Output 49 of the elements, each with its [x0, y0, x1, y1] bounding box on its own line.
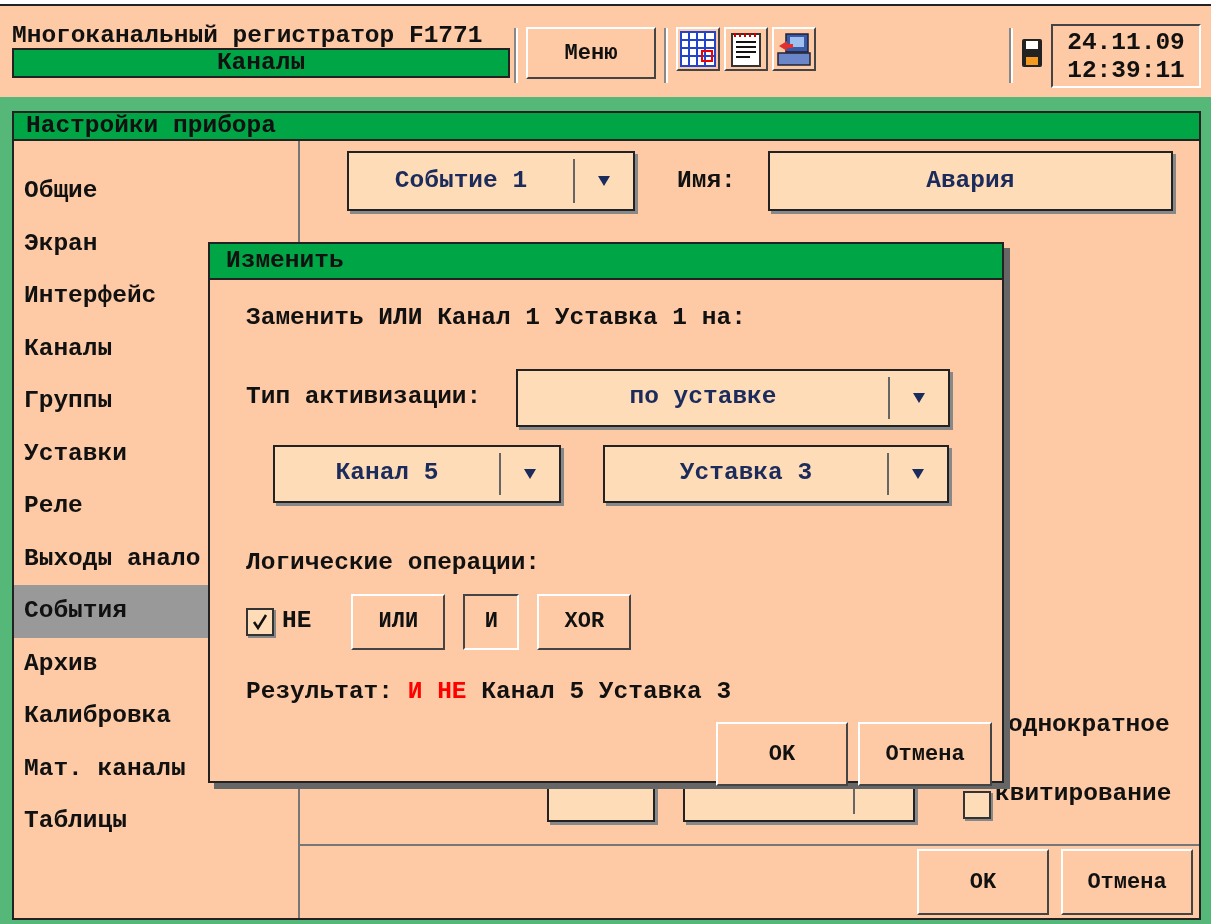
cancel-button[interactable]: Отмена: [858, 722, 992, 787]
setpoint-dropdown[interactable]: Уставка 3: [603, 444, 949, 503]
caret-icon: [911, 467, 925, 480]
activation-label: Тип активизации:: [246, 382, 483, 413]
floppy-icon: [1021, 38, 1043, 68]
menu-button[interactable]: Меню: [526, 27, 656, 79]
time-text: 12:39:11: [1066, 57, 1186, 85]
dialog-title: Изменить: [210, 244, 1002, 280]
sidebar-item[interactable]: Экран: [14, 217, 210, 270]
operation-button[interactable]: И: [463, 593, 520, 650]
grid-icon[interactable]: [676, 27, 720, 71]
sidebar-item[interactable]: Интерфейс: [14, 270, 210, 323]
sidebar-item[interactable]: Уставки: [14, 427, 210, 480]
caret-icon: [597, 175, 611, 187]
sidebar-item[interactable]: Выходы анало: [14, 532, 210, 585]
name-field[interactable]: Авария: [767, 151, 1173, 211]
once-label: однократное: [1008, 711, 1170, 739]
sidebar-item[interactable]: Мат. каналы: [14, 742, 210, 795]
checkbox[interactable]: [246, 607, 274, 636]
ok-button[interactable]: OK: [917, 849, 1049, 915]
channel-dropdown[interactable]: Канал 5: [273, 444, 561, 503]
ok-button[interactable]: OK: [716, 722, 848, 787]
cancel-button[interactable]: Отмена: [1061, 849, 1193, 915]
sidebar-item[interactable]: Группы: [14, 375, 210, 428]
panel-title: Настройки прибора: [14, 113, 1199, 141]
caret-icon: [912, 391, 926, 404]
checkbox[interactable]: [963, 791, 991, 819]
date-text: 24.11.09: [1066, 29, 1186, 57]
caret-icon: [523, 467, 537, 480]
sidebar-item[interactable]: Архив: [14, 637, 210, 690]
notepad-icon[interactable]: [724, 27, 768, 71]
name-label: Имя:: [677, 165, 736, 196]
prompt-text: Заменить ИЛИ Канал 1 Уставка 1 на:: [246, 303, 747, 333]
sidebar-item[interactable]: Таблицы: [14, 795, 210, 848]
sidebar-item[interactable]: Каналы: [14, 322, 210, 375]
computer-icon[interactable]: [772, 27, 816, 71]
event-dropdown[interactable]: Событие 1: [347, 151, 635, 211]
sidebar-item[interactable]: Калибровка: [14, 690, 210, 743]
app-title: Многоканальный регистратор F1771: [12, 24, 484, 48]
logic-label: Логические операции:: [246, 547, 542, 578]
sidebar-item[interactable]: Общие: [14, 165, 210, 218]
check-icon: [251, 612, 269, 631]
activation-dropdown[interactable]: по уставке: [516, 368, 950, 427]
operation-button[interactable]: ИЛИ: [351, 593, 446, 650]
operation-button[interactable]: XOR: [537, 593, 632, 650]
sidebar-item[interactable]: Реле: [14, 480, 210, 533]
mode-label: Каналы: [12, 48, 510, 78]
checkbox-label: квитирование: [995, 778, 1172, 809]
result-text: Результат: И НЕ Канал 5 Уставка 3: [246, 676, 733, 707]
